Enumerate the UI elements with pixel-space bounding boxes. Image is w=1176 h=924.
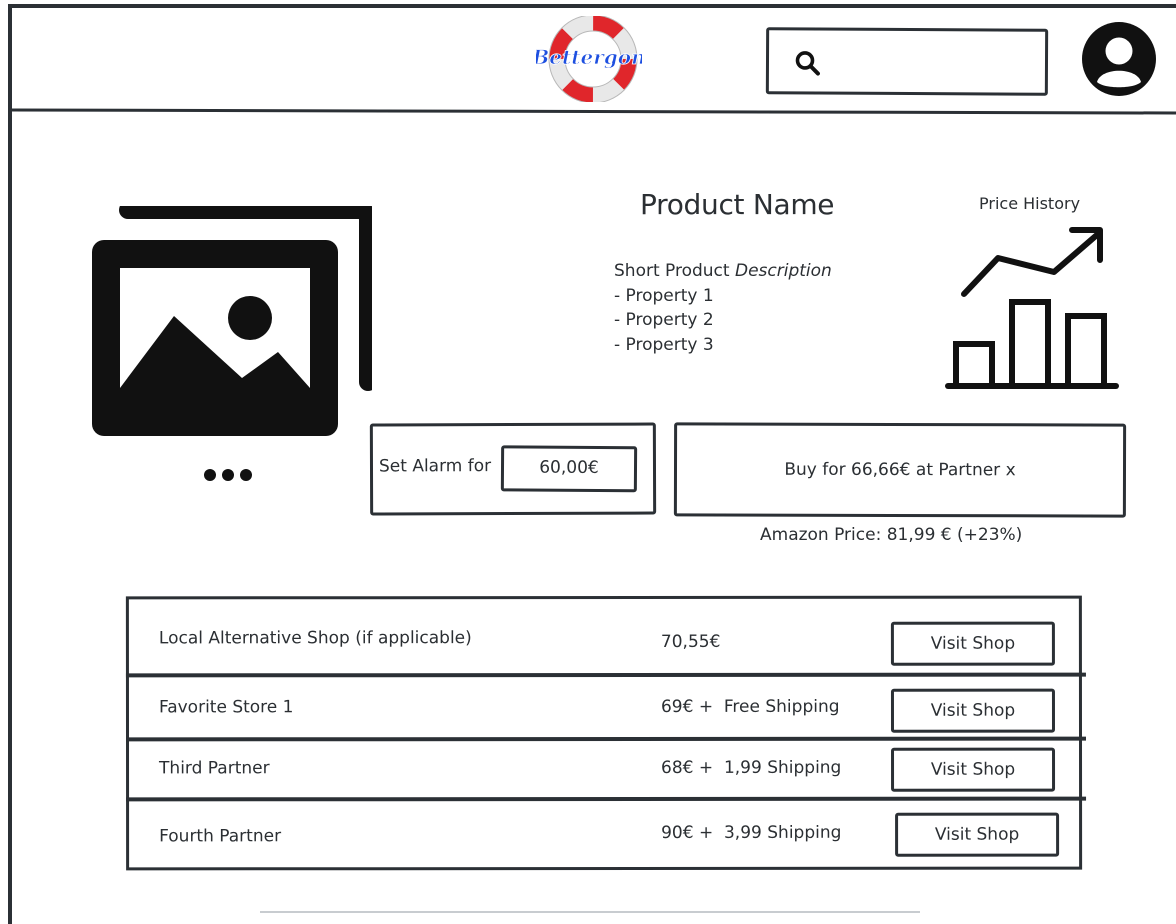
shop-name: Local Alternative Shop (if applicable): [158, 628, 472, 649]
buy-button[interactable]: Buy for 66,66€ at Partner x: [673, 422, 1127, 518]
price-history-label: Price History: [979, 194, 1081, 213]
description-prefix: Short Product: [614, 261, 735, 281]
alarm-label: Set Alarm for: [378, 456, 492, 477]
shops-table: Local Alternative Shop (if applicable) 7…: [125, 595, 1087, 871]
logo-text: Bettergon: [536, 45, 642, 69]
alarm-price-input[interactable]: 60,00€: [500, 445, 638, 493]
product-description: Short Product Description - Property 1 -…: [614, 259, 832, 357]
property-item: - Property 3: [614, 334, 714, 355]
description-emphasis: Description: [734, 261, 832, 281]
table-row: Favorite Store 1 69€ + Free Shipping Vis…: [129, 677, 1079, 740]
short-description: Short Product Description: [614, 259, 832, 284]
image-gallery-icon[interactable]: [92, 206, 372, 440]
shop-name: Favorite Store 1: [158, 697, 294, 718]
shop-name: Third Partner: [159, 758, 270, 779]
more-dots-icon[interactable]: [203, 467, 253, 483]
amazon-price: Amazon Price: 81,99 € (+23%): [760, 525, 1023, 545]
visit-shop-button[interactable]: Visit Shop: [891, 747, 1056, 792]
property-item: - Property 1: [614, 285, 714, 306]
search-icon[interactable]: [793, 48, 823, 78]
table-row: Local Alternative Shop (if applicable) 7…: [129, 599, 1079, 676]
search-bar[interactable]: [765, 27, 1049, 96]
price-alarm-box: Set Alarm for 60,00€: [369, 422, 657, 516]
table-row: Fourth Partner 90€ + 3,99 Shipping Visit…: [129, 801, 1079, 868]
shop-price: 69€ + Free Shipping: [660, 696, 840, 717]
visit-shop-button[interactable]: Visit Shop: [890, 621, 1055, 666]
shop-price: 90€ + 3,99 Shipping: [661, 822, 842, 843]
bottom-edge: [260, 911, 920, 913]
property-item: - Property 2: [614, 310, 714, 330]
visit-shop-button[interactable]: Visit Shop: [890, 688, 1055, 733]
price-history-chart-icon[interactable]: [944, 224, 1120, 394]
table-row: Third Partner 68€ + 1,99 Shipping Visit …: [129, 741, 1079, 800]
shop-name: Fourth Partner: [159, 826, 282, 847]
product-name: Product Name: [640, 188, 835, 221]
lifebuoy-logo-icon[interactable]: Bettergon: [536, 16, 642, 102]
visit-shop-button[interactable]: Visit Shop: [895, 812, 1060, 857]
shop-price: 70,55€: [660, 631, 721, 652]
shop-price: 68€ + 1,99 Shipping: [661, 757, 842, 778]
search-input[interactable]: [830, 40, 1036, 84]
user-avatar-icon[interactable]: [1082, 22, 1156, 96]
